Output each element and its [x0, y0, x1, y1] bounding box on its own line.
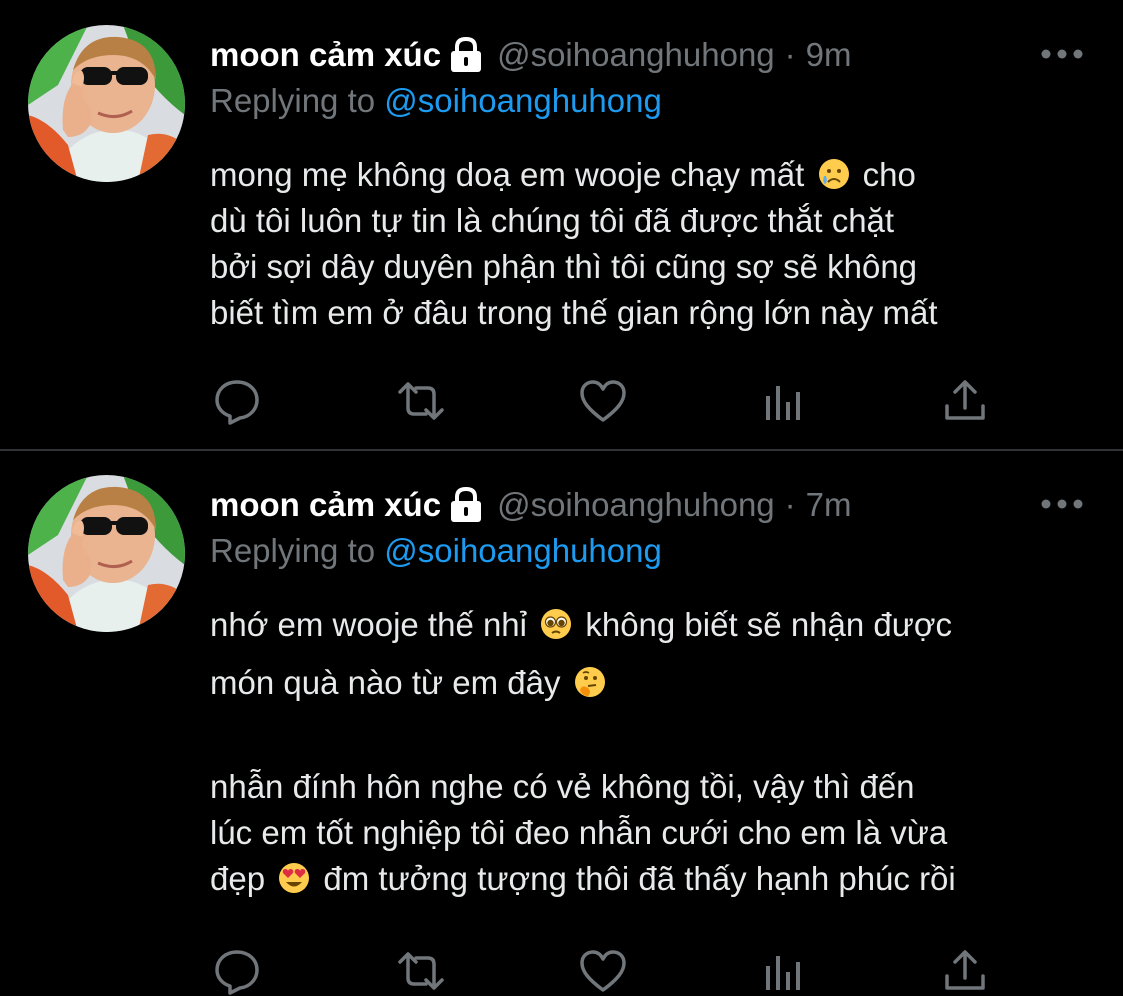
tweet-text: mong mẹ không doạ em wooje chạy mất cho … — [210, 152, 1100, 336]
tweet-actions — [0, 946, 1123, 996]
text-line: bởi sợi dây duyên phận thì tôi cũng sợ s… — [210, 248, 918, 285]
reply-icon[interactable] — [212, 376, 262, 426]
more-options-icon[interactable] — [1040, 44, 1084, 64]
retweet-icon[interactable] — [396, 946, 446, 996]
text-line: nhẫn đính hôn nghe có vẻ không tồi, vậy … — [210, 768, 915, 805]
text-line: biết tìm em ở đâu trong thế gian rộng lớ… — [210, 294, 938, 331]
timestamp[interactable]: 7m — [806, 486, 852, 524]
timestamp[interactable]: 9m — [806, 36, 852, 74]
reply-icon[interactable] — [212, 946, 262, 996]
thinking-face-emoji — [574, 664, 606, 697]
handle[interactable]: @soihoanghuhong — [497, 486, 775, 524]
text-line: dù tôi luôn tự tin là chúng tôi đã được … — [210, 202, 895, 239]
pleading-face-emoji — [540, 606, 572, 639]
retweet-icon[interactable] — [396, 376, 446, 426]
text-line: món quà nào từ em đây — [210, 660, 1100, 706]
avatar[interactable] — [28, 25, 185, 182]
replying-mention-link[interactable]: @soihoanghuhong — [384, 82, 662, 119]
analytics-icon[interactable] — [760, 376, 810, 426]
text-line: nhớ em wooje thế nhỉ không biết sẽ nhận … — [210, 606, 952, 643]
display-name[interactable]: moon cảm xúc — [210, 486, 441, 524]
share-icon[interactable] — [940, 946, 990, 996]
tweet-header: moon cảm xúc @soihoanghuhong · 9m — [210, 30, 852, 80]
analytics-icon[interactable] — [760, 946, 810, 996]
replying-label: Replying to — [210, 82, 385, 119]
text-line: mong mẹ không doạ em wooje chạy mất cho — [210, 156, 916, 193]
lock-icon — [449, 36, 483, 73]
tweet[interactable]: moon cảm xúc @soihoanghuhong · 9m Replyi… — [0, 0, 1123, 449]
tweet[interactable]: moon cảm xúc @soihoanghuhong · 7m Replyi… — [0, 451, 1123, 995]
like-icon[interactable] — [578, 946, 628, 996]
tweet-header: moon cảm xúc @soihoanghuhong · 7m — [210, 480, 852, 530]
tweet-actions — [0, 376, 1123, 426]
replying-to: Replying to @soihoanghuhong — [210, 82, 662, 120]
text-line — [210, 706, 1100, 764]
sad-tear-emoji — [818, 156, 850, 189]
text-line: đẹp đm tưởng tượng thôi đã thấy hạnh phú… — [210, 860, 956, 897]
separator: · — [784, 36, 796, 73]
separator: · — [784, 486, 796, 523]
text-line: lúc em tốt nghiệp tôi đeo nhẫn cưới cho … — [210, 814, 948, 851]
share-icon[interactable] — [940, 376, 990, 426]
lock-icon — [449, 486, 483, 523]
more-options-icon[interactable] — [1040, 494, 1084, 514]
tweet-text: nhớ em wooje thế nhỉ không biết sẽ nhận … — [210, 602, 1100, 902]
replying-label: Replying to — [210, 532, 385, 569]
handle[interactable]: @soihoanghuhong — [497, 36, 775, 74]
avatar[interactable] — [28, 475, 185, 632]
replying-mention-link[interactable]: @soihoanghuhong — [384, 532, 662, 569]
heart-eyes-emoji — [278, 860, 310, 893]
like-icon[interactable] — [578, 376, 628, 426]
display-name[interactable]: moon cảm xúc — [210, 36, 441, 74]
replying-to: Replying to @soihoanghuhong — [210, 532, 662, 570]
